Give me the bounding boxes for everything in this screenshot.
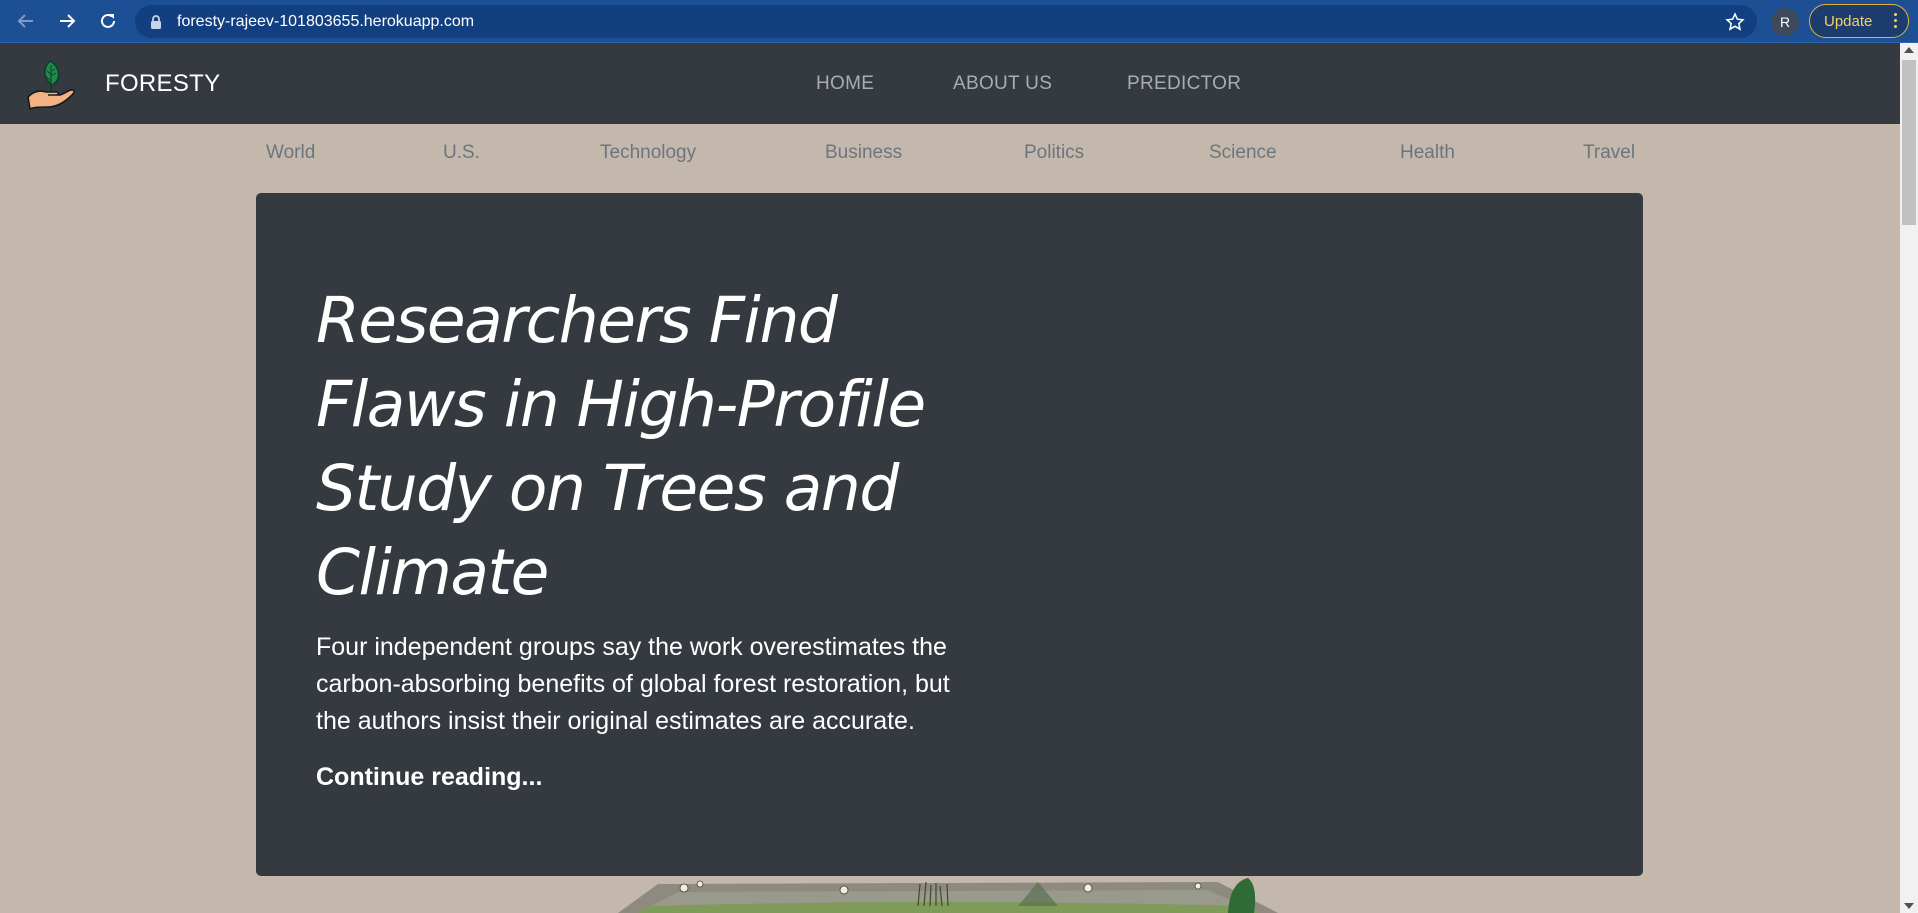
category-politics[interactable]: Politics [1024, 142, 1084, 164]
profile-avatar[interactable]: R [1771, 8, 1799, 36]
category-travel[interactable]: Travel [1583, 142, 1635, 164]
url-text[interactable]: foresty-rajeev-101803655.herokuapp.com [177, 13, 474, 31]
star-icon[interactable] [1725, 12, 1745, 32]
category-science[interactable]: Science [1209, 142, 1277, 164]
forward-button[interactable] [53, 7, 81, 35]
nav-about-us[interactable]: ABOUT US [953, 73, 1052, 95]
category-technology[interactable]: Technology [600, 142, 696, 164]
hero-title: Researchers Find Flaws in High-Profile S… [316, 284, 926, 609]
hero-jumbotron: Researchers Find Flaws in High-Profile S… [256, 193, 1643, 876]
hand-leaf-logo-icon[interactable] [26, 57, 76, 111]
menu-dots-icon[interactable] [1894, 13, 1898, 29]
hero-lead: Four independent groups say the work ove… [316, 633, 950, 735]
forest-illustration [618, 878, 1278, 913]
category-business[interactable]: Business [825, 142, 902, 164]
scroll-down-arrow-icon[interactable] [1904, 903, 1914, 909]
back-button[interactable] [12, 7, 40, 35]
page-scrollbar[interactable] [1900, 43, 1918, 913]
reload-button[interactable] [94, 7, 122, 35]
forward-arrow-icon [60, 14, 76, 28]
continue-reading-link[interactable]: Continue reading... [316, 763, 542, 792]
nav-home[interactable]: HOME [816, 73, 874, 95]
lock-icon[interactable] [149, 14, 163, 30]
brand-name[interactable]: FORESTY [105, 70, 220, 98]
reload-icon [101, 13, 115, 28]
scroll-thumb[interactable] [1902, 60, 1916, 225]
address-bar[interactable]: foresty-rajeev-101803655.herokuapp.com [135, 5, 1757, 38]
category-world[interactable]: World [266, 142, 315, 164]
back-arrow-icon [17, 14, 33, 28]
category-health[interactable]: Health [1400, 142, 1455, 164]
nav-predictor[interactable]: PREDICTOR [1127, 73, 1241, 95]
site-navbar: FORESTY HOME ABOUT US PREDICTOR [0, 43, 1900, 124]
category-us[interactable]: U.S. [443, 142, 480, 164]
scroll-up-arrow-icon[interactable] [1904, 47, 1914, 53]
update-label: Update [1824, 12, 1873, 30]
browser-toolbar: foresty-rajeev-101803655.herokuapp.com R… [0, 0, 1918, 43]
update-button[interactable]: Update [1809, 4, 1909, 38]
